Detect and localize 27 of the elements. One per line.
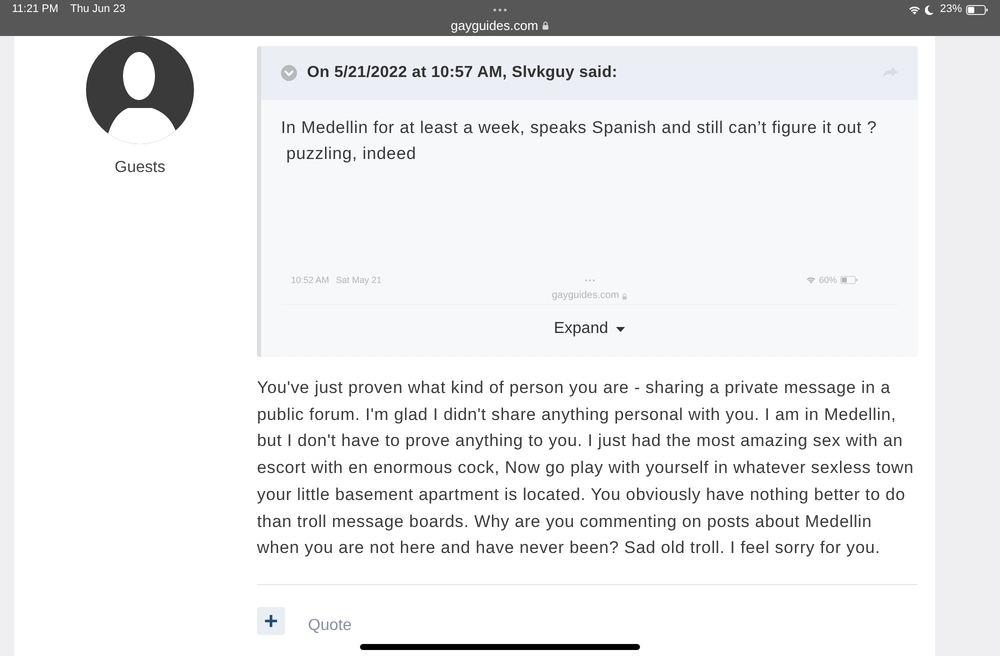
screenshot-time: 10:52 AM — [291, 274, 330, 286]
add-quote-button[interactable] — [257, 606, 285, 635]
battery-icon — [966, 4, 988, 14]
more-dots-icon — [584, 278, 594, 282]
screenshot-battery-percent: 60% — [818, 274, 837, 286]
screenshot-date: Sat May 21 — [336, 274, 382, 286]
more-dots-icon — [492, 8, 507, 12]
status-date: Thu Jun 23 — [70, 3, 126, 16]
status-time: 11:21 PM — [12, 3, 58, 16]
lock-icon — [542, 21, 550, 30]
plus-icon — [265, 614, 277, 627]
expand-button[interactable]: Expand — [552, 317, 628, 341]
quote-text: In Medellin for at least a week, speaks Spanish and still can’t figure it out ? — [281, 117, 878, 139]
lock-icon — [622, 292, 628, 300]
quote-attribution: On 5/21/2022 at 10:57 AM, Slvkguy said: — [307, 63, 618, 83]
wifi-icon — [806, 276, 816, 284]
battery-percent: 23% — [940, 3, 962, 16]
caret-down-icon — [616, 326, 626, 332]
battery-icon — [840, 276, 858, 284]
user-group-label: Guests — [114, 159, 166, 177]
post-body-text: You've just proven what kind of person you are - sharing a private message in a public forum. I'm glad I didn't share anything personal with you. I am in Medellin, but I don't have to prove anything to you. I just had the most amazing sex with an escort with en enormous cock, Now go play with yourself in whatever sexless town your little basement apartment is located. You obviously have nothing better to do than troll message boards. Why are you commenting on posts about Medellin when you are not here and have never been? Sad old troll. I feel sorry for you. — [257, 377, 915, 560]
address-url[interactable]: gayguides.com — [450, 18, 538, 33]
moon-icon — [924, 4, 934, 14]
quote-text: puzzling, indeed — [285, 143, 418, 165]
chevron-down-icon[interactable] — [281, 65, 297, 81]
screenshot-url: gayguides.com — [552, 290, 620, 302]
wifi-icon — [908, 4, 921, 14]
